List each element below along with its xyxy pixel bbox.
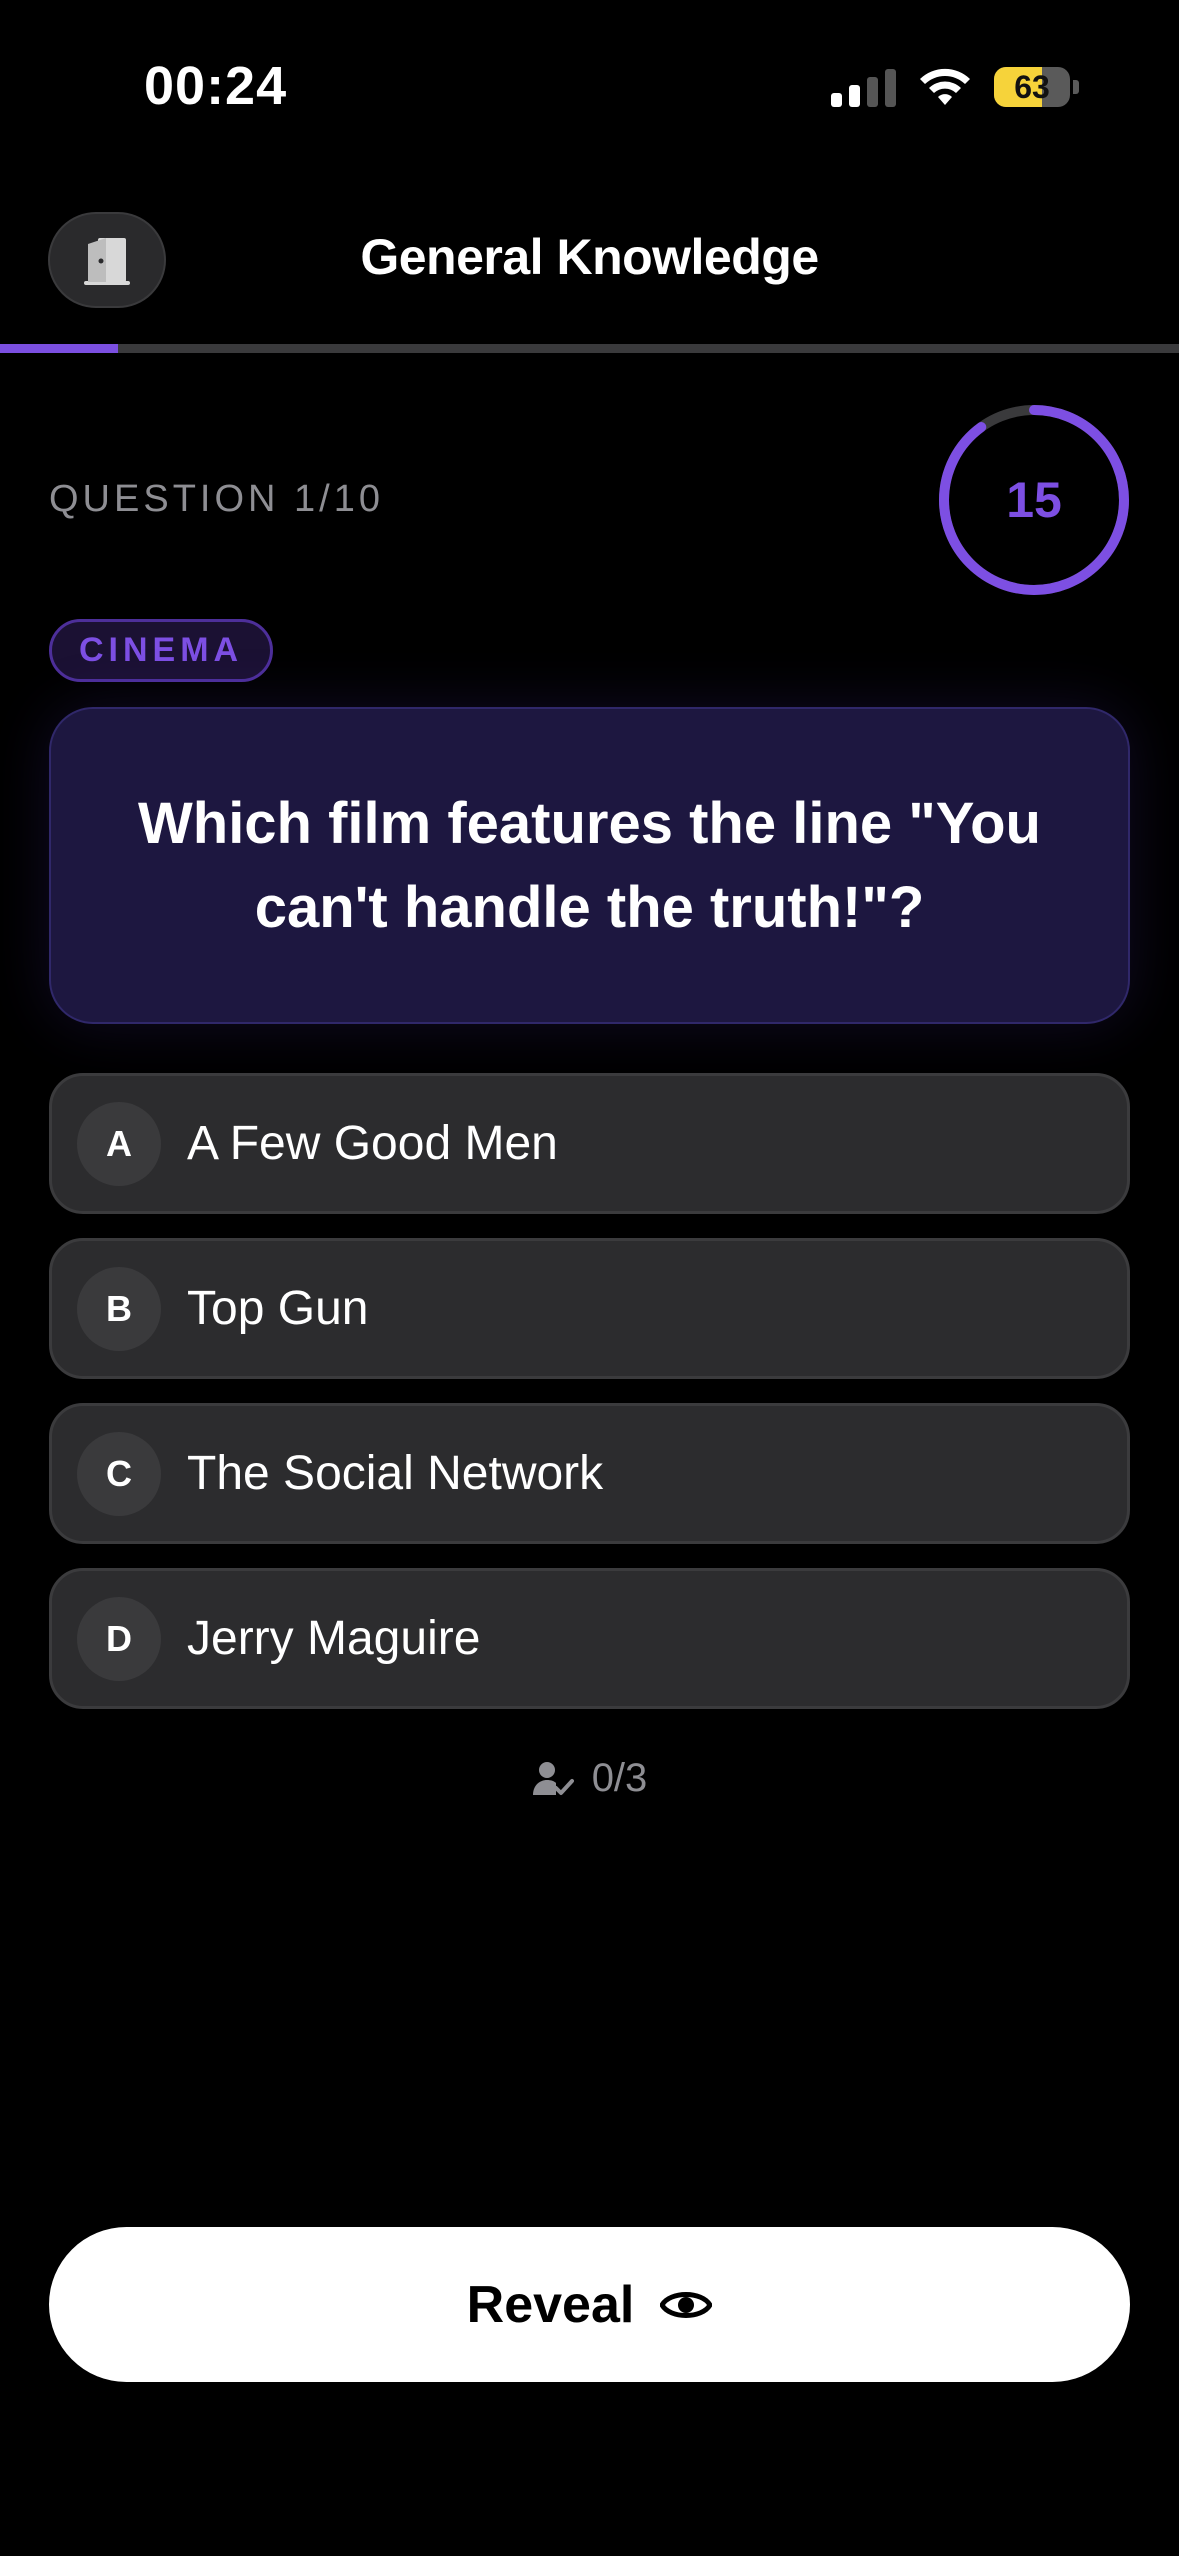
answer-option-c[interactable]: C The Social Network bbox=[49, 1403, 1130, 1544]
quiz-screen: 00:24 63 General Knowledge QUESTION 1/10… bbox=[0, 0, 1179, 2556]
answer-option-d[interactable]: D Jerry Maguire bbox=[49, 1568, 1130, 1709]
answer-letter: D bbox=[77, 1596, 161, 1681]
responders-label: 0/3 bbox=[591, 1756, 648, 1800]
answer-option-a[interactable]: A A Few Good Men bbox=[49, 1073, 1130, 1214]
reveal-button-label: Reveal bbox=[466, 2275, 635, 2334]
quiz-progress-bar bbox=[0, 344, 1179, 353]
answer-text: The Social Network bbox=[187, 1447, 604, 1500]
question-card: Which film features the line "You can't … bbox=[49, 707, 1130, 1024]
category-badge: CINEMA bbox=[49, 619, 274, 682]
answer-text: A Few Good Men bbox=[187, 1117, 558, 1170]
answer-text: Top Gun bbox=[187, 1282, 369, 1335]
battery-percent: 63 bbox=[1014, 68, 1050, 105]
answer-letter: A bbox=[77, 1101, 161, 1186]
status-icons: 63 bbox=[831, 62, 1079, 112]
responders-count: 0/3 bbox=[0, 1756, 1179, 1801]
person-check-icon bbox=[532, 1761, 574, 1795]
page-title: General Knowledge bbox=[360, 229, 819, 285]
answer-letter: C bbox=[77, 1431, 161, 1516]
eye-icon bbox=[660, 2291, 713, 2318]
wifi-icon bbox=[920, 68, 970, 105]
timer-seconds: 15 bbox=[1006, 472, 1062, 528]
countdown-timer: 15 bbox=[936, 402, 1132, 598]
cellular-signal-icon bbox=[831, 67, 896, 107]
quiz-progress-fill bbox=[0, 344, 118, 353]
answer-list: A A Few Good Men B Top Gun C The Social … bbox=[49, 1073, 1130, 1733]
question-counter: QUESTION 1/10 bbox=[49, 478, 384, 520]
status-time: 00:24 bbox=[144, 56, 288, 116]
answer-option-b[interactable]: B Top Gun bbox=[49, 1238, 1130, 1379]
battery-icon: 63 bbox=[994, 67, 1079, 107]
answer-letter: B bbox=[77, 1266, 161, 1351]
question-text: Which film features the line "You can't … bbox=[138, 790, 1041, 940]
answer-text: Jerry Maguire bbox=[187, 1612, 481, 1665]
reveal-button[interactable]: Reveal bbox=[49, 2227, 1130, 2382]
